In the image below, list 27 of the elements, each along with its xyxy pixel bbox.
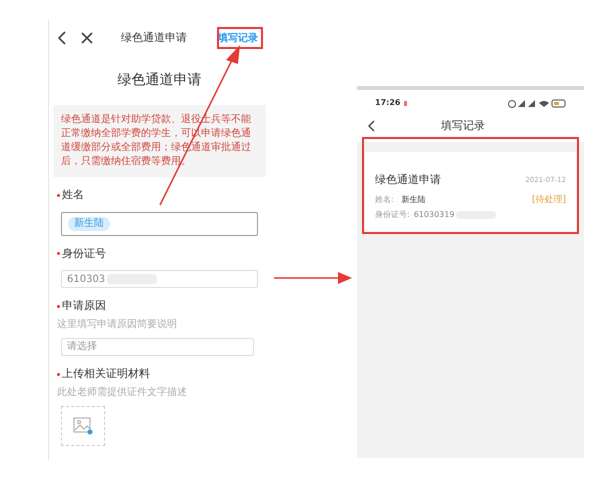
nav-title: 绿色通道申请 — [121, 30, 187, 46]
field-hint: 这里填写申请原因简要说明 — [57, 318, 178, 332]
records-link[interactable]: 填写记录 — [218, 30, 258, 46]
id-value: 61030319 — [414, 209, 454, 221]
id-number-field[interactable]: 610303 — [61, 270, 258, 288]
back-icon[interactable] — [57, 31, 67, 45]
field-label: 姓名 — [62, 187, 84, 203]
back-icon[interactable] — [367, 120, 375, 132]
status-icons — [508, 98, 566, 108]
field-label: 申请原因 — [62, 298, 106, 314]
field-label: 身份证号 — [62, 246, 106, 262]
close-icon[interactable] — [81, 32, 93, 44]
highlight-frame — [217, 27, 263, 49]
field-hint: 此处老师需提供证件文字描述 — [57, 386, 188, 400]
name-field[interactable]: 新生陆 — [61, 212, 258, 236]
name-label: 姓名: — [375, 194, 394, 206]
reason-select[interactable]: 请选择 — [61, 338, 254, 356]
name-tag: 新生陆 — [68, 216, 110, 230]
image-icon — [73, 416, 93, 434]
nav-title: 填写记录 — [441, 118, 485, 134]
page-title: 绿色通道申请 — [116, 71, 202, 90]
status-label: [待处理] — [532, 194, 566, 206]
record-title: 绿色通道申请 — [375, 172, 441, 188]
field-label: 上传相关证明材料 — [62, 366, 150, 382]
status-time: 17:26 — [375, 97, 400, 109]
name-value: 新生陆 — [402, 194, 426, 206]
id-label: 身份证号: — [375, 209, 410, 221]
